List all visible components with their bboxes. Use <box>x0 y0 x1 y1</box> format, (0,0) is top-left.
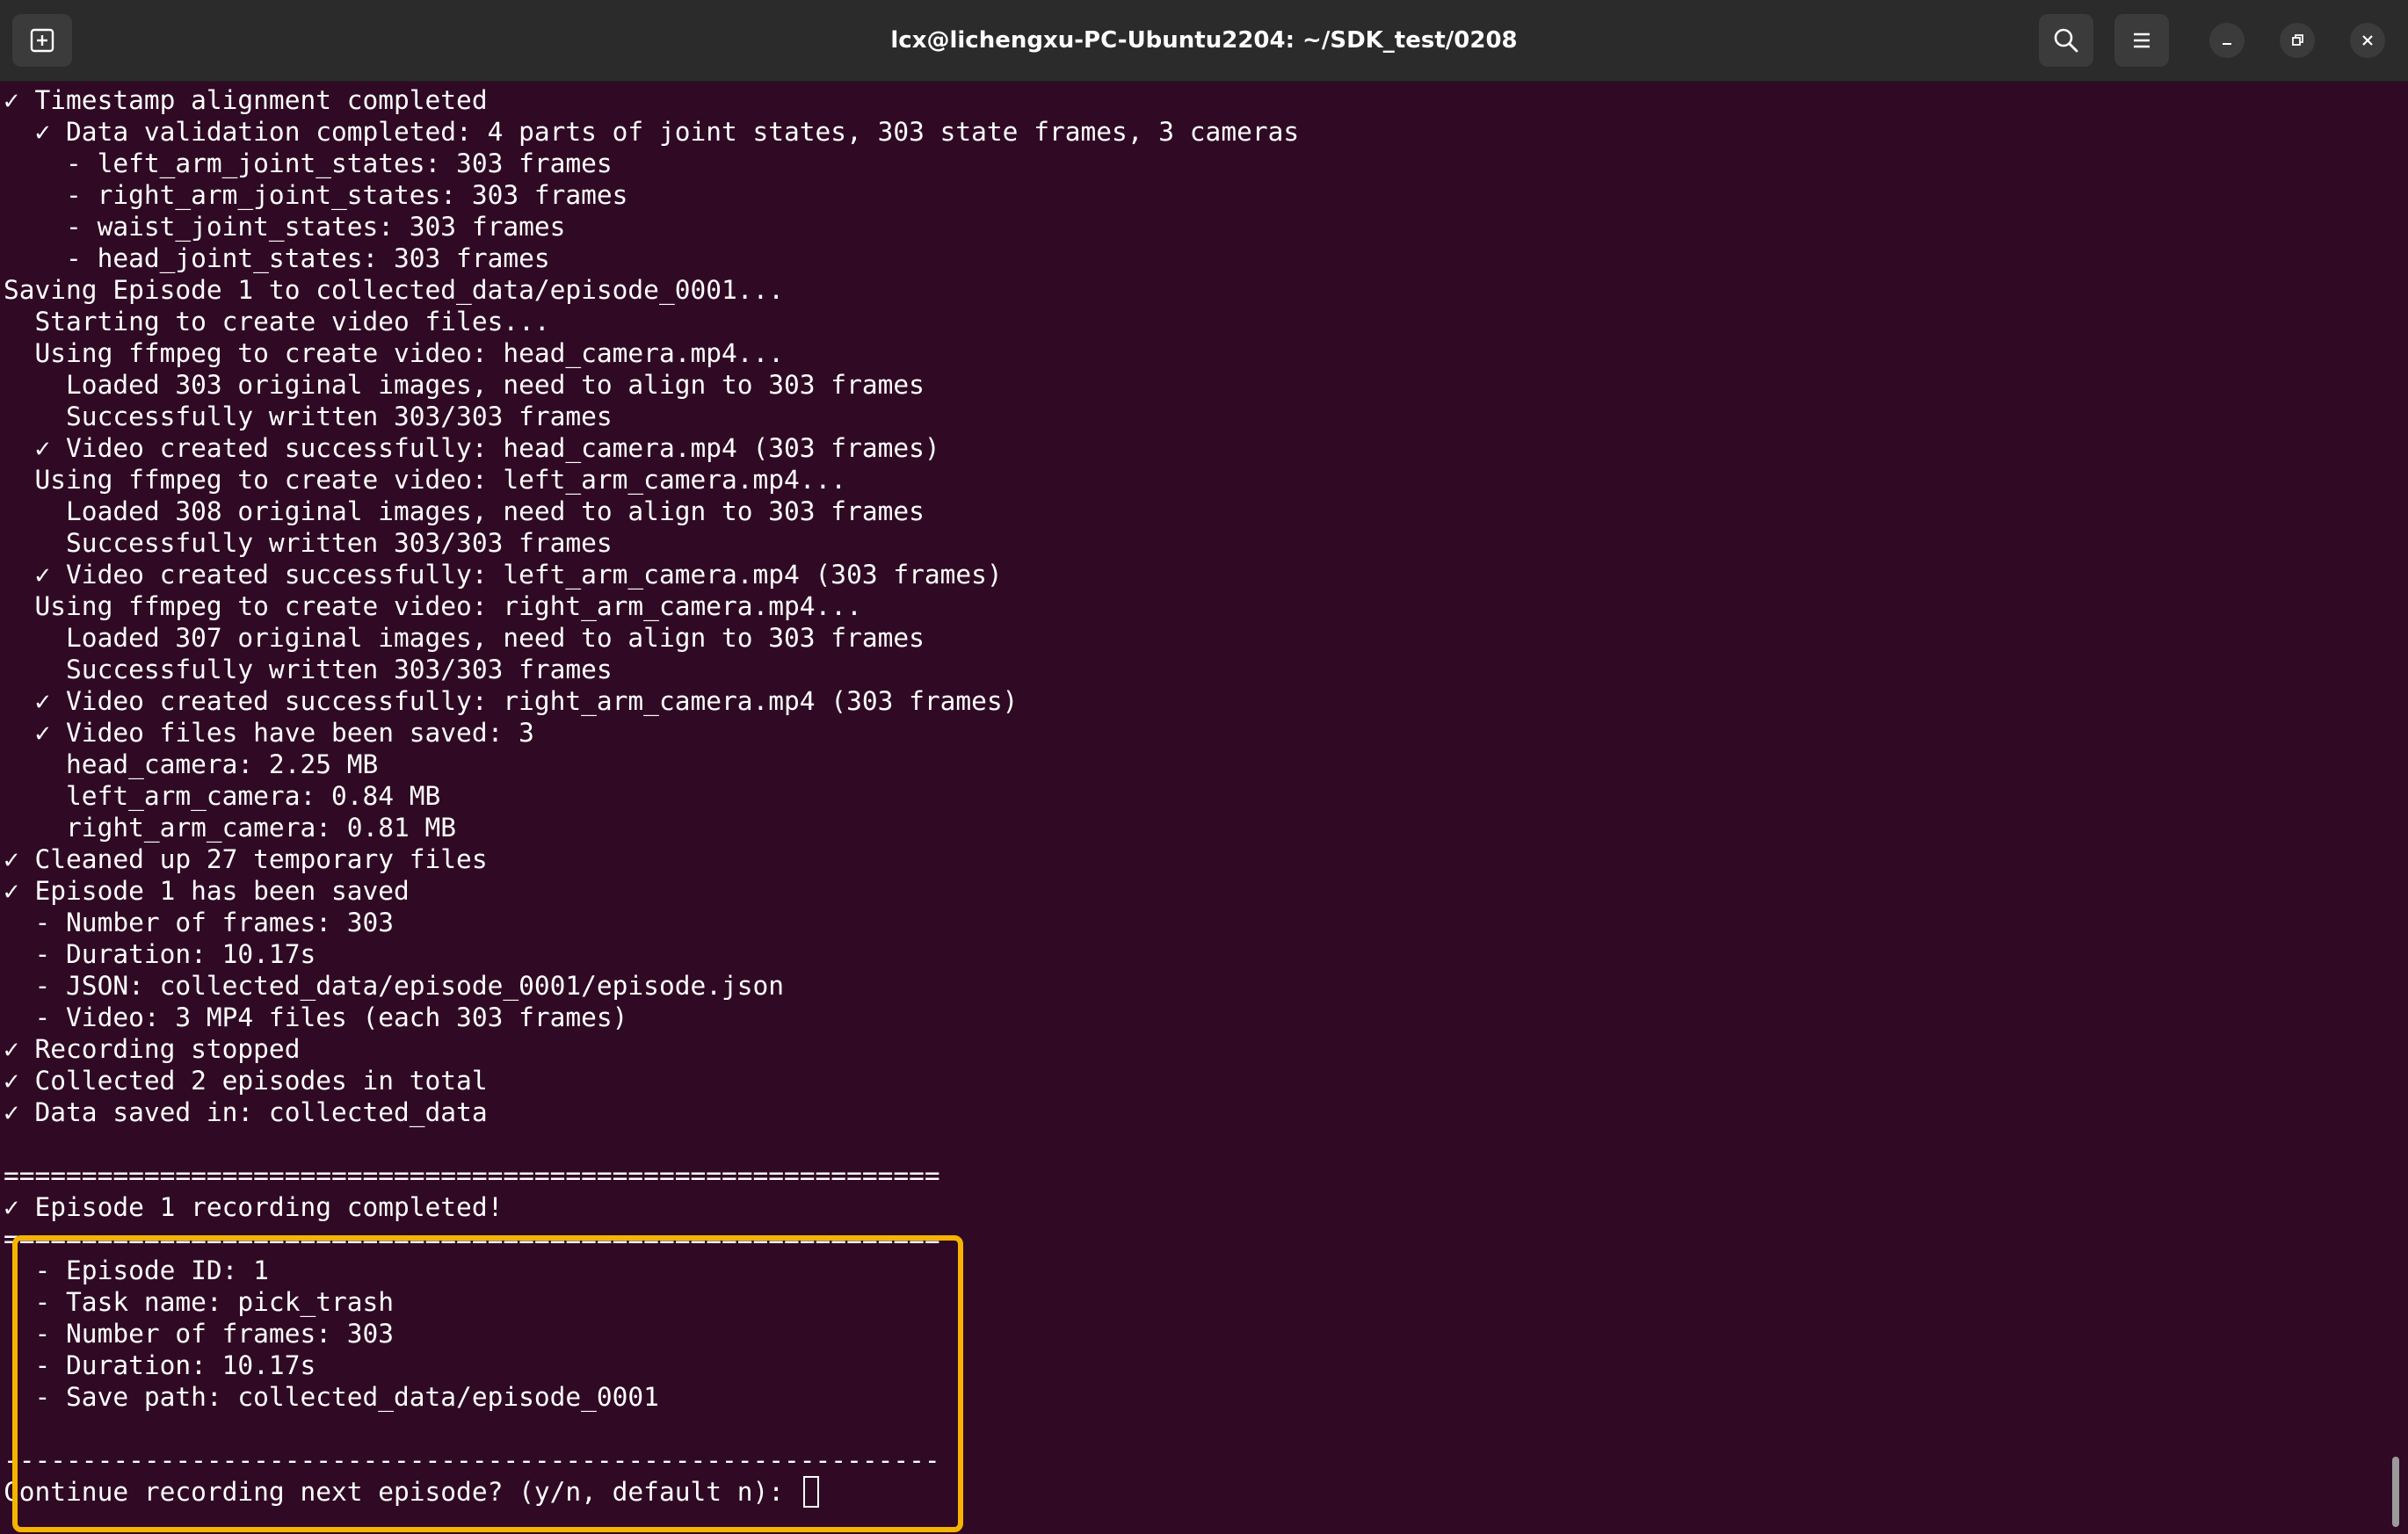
terminal-line: ----------------------------------------… <box>4 1445 940 1475</box>
terminal-line: Loaded 303 original images, need to alig… <box>4 370 925 400</box>
terminal-line: Loaded 307 original images, need to alig… <box>4 623 925 653</box>
terminal-line: Starting to create video files... <box>4 307 550 336</box>
terminal-line: right_arm_camera: 0.81 MB <box>4 813 457 843</box>
scrollbar[interactable] <box>2392 1457 2399 1527</box>
terminal-window: lcx@lichengxu-PC-Ubuntu2204: ~/SDK_test/… <box>0 0 2408 1534</box>
terminal-line: - head_joint_states: 303 frames <box>4 243 550 273</box>
terminal-line: - JSON: collected_data/episode_0001/epis… <box>4 971 785 1001</box>
prompt-line[interactable]: Continue recording next episode? (y/n, d… <box>4 1476 2376 1508</box>
title-bar[interactable]: lcx@lichengxu-PC-Ubuntu2204: ~/SDK_test/… <box>0 0 2408 82</box>
terminal-line: ✓ Video created successfully: head_camer… <box>4 433 940 463</box>
terminal-line: - Video: 3 MP4 files (each 303 frames) <box>4 1002 628 1032</box>
terminal-line: Successfully written 303/303 frames <box>4 402 613 431</box>
terminal-line: Using ffmpeg to create video: right_arm_… <box>4 591 862 621</box>
search-icon <box>2054 28 2078 53</box>
terminal-line: ✓ Data validation completed: 4 parts of … <box>4 117 1300 147</box>
new-tab-icon <box>30 28 54 53</box>
terminal-line: ✓ Video created successfully: left_arm_c… <box>4 560 1003 590</box>
terminal-line: - Number of frames: 303 <box>4 908 395 937</box>
search-button[interactable] <box>2039 14 2093 67</box>
terminal-line: ✓ Video created successfully: right_arm_… <box>4 686 1019 716</box>
terminal-line: ========================================… <box>4 1224 940 1254</box>
terminal-line: - left_arm_joint_states: 303 frames <box>4 148 613 178</box>
terminal-line: ✓ Video files have been saved: 3 <box>4 718 534 748</box>
text-cursor[interactable] <box>802 1476 819 1508</box>
hamburger-menu-icon <box>2134 33 2150 48</box>
terminal-line: ✓ Data saved in: collected_data <box>4 1097 488 1127</box>
terminal-lines: ✓ Timestamp alignment completed ✓ Data v… <box>4 84 2376 1508</box>
close-icon <box>2362 35 2373 46</box>
terminal-line: ✓ Recording stopped <box>4 1034 301 1064</box>
terminal-line: - Episode ID: 1 <box>4 1255 269 1285</box>
terminal-line: left_arm_camera: 0.84 MB <box>4 781 441 811</box>
new-tab-button[interactable] <box>12 14 72 67</box>
terminal-line: ✓ Episode 1 has been saved <box>4 876 410 906</box>
minimize-button[interactable] <box>2209 23 2245 58</box>
terminal-line: Loaded 308 original images, need to alig… <box>4 496 925 526</box>
terminal-line: ========================================… <box>4 1161 940 1190</box>
terminal-line: ✓ Timestamp alignment completed <box>4 85 488 115</box>
close-button[interactable] <box>2350 23 2385 58</box>
minimize-icon <box>2223 43 2231 45</box>
terminal-line: Successfully written 303/303 frames <box>4 528 613 558</box>
terminal-line: Successfully written 303/303 frames <box>4 655 613 684</box>
terminal-line: ✓ Episode 1 recording completed! <box>4 1192 504 1222</box>
terminal-line: - Duration: 10.17s <box>4 939 316 969</box>
terminal-line: Using ffmpeg to create video: head_camer… <box>4 338 785 368</box>
terminal-line: Saving Episode 1 to collected_data/episo… <box>4 275 785 305</box>
terminal-line: - Duration: 10.17s <box>4 1350 316 1380</box>
terminal-output[interactable]: ✓ Timestamp alignment completed ✓ Data v… <box>0 81 2408 1534</box>
terminal-line: - right_arm_joint_states: 303 frames <box>4 180 628 210</box>
terminal-line: - waist_joint_states: 303 frames <box>4 212 566 242</box>
prompt-text: Continue recording next episode? (y/n, d… <box>4 1477 800 1507</box>
terminal-line: - Task name: pick_trash <box>4 1287 395 1317</box>
terminal-line: ✓ Collected 2 episodes in total <box>4 1066 488 1096</box>
terminal-line: Using ffmpeg to create video: left_arm_c… <box>4 465 847 495</box>
terminal-line: head_camera: 2.25 MB <box>4 749 379 779</box>
menu-button[interactable] <box>2114 14 2169 67</box>
restore-button[interactable] <box>2280 23 2315 58</box>
terminal-line: - Save path: collected_data/episode_0001 <box>4 1382 659 1412</box>
terminal-line: ✓ Cleaned up 27 temporary files <box>4 844 488 874</box>
restore-icon <box>2292 34 2303 46</box>
terminal-line: - Number of frames: 303 <box>4 1319 395 1349</box>
